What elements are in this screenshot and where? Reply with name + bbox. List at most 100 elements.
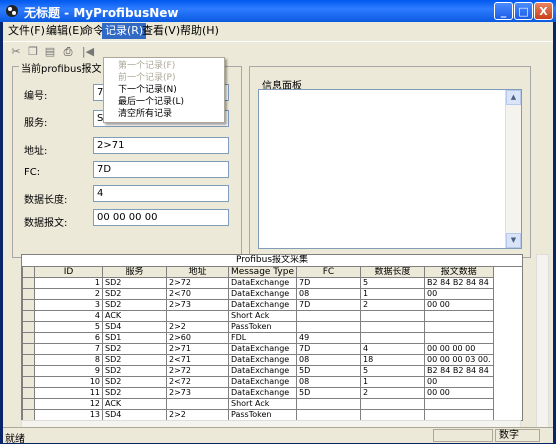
table-cell[interactable]: DataExchange <box>228 288 297 300</box>
row-header[interactable] <box>22 321 35 333</box>
table-cell[interactable]: 2>71 <box>166 343 229 355</box>
first-record-icon[interactable]: |◀ <box>81 45 95 59</box>
table-cell[interactable]: 1 <box>34 277 103 289</box>
table-row[interactable]: 5 SD4 2>2 PassToken <box>22 321 494 333</box>
menu-item-next-record[interactable]: 下一个记录(N) <box>104 84 224 96</box>
table-cell[interactable]: 2 <box>359 299 425 311</box>
minimize-button[interactable]: _ <box>494 2 513 20</box>
menu-item-clear-records[interactable]: 清空所有记录 <box>104 108 224 120</box>
table-row[interactable]: 10 SD2 2<72 DataExchange 08 1 00 <box>22 376 494 388</box>
close-button[interactable]: X <box>534 2 553 20</box>
table-cell[interactable]: 5D <box>295 387 361 399</box>
table-cell[interactable]: 1 <box>359 376 425 388</box>
info-panel-textarea[interactable]: ▲ ▼ <box>258 89 522 249</box>
table-cell[interactable]: 18 <box>359 354 425 366</box>
table-cell[interactable]: 9 <box>34 365 103 377</box>
table-cell[interactable]: 12 <box>34 398 103 410</box>
table-row[interactable]: 9 SD2 2>72 DataExchange 5D 5 B2 84 B2 84 84 <box>22 365 494 377</box>
col-header[interactable]: 地址 <box>166 266 229 278</box>
menu-item-first-record[interactable]: 第一个记录(F) <box>104 60 224 72</box>
row-header[interactable] <box>22 310 35 322</box>
menu-item-last-record[interactable]: 最后一个记录(L) <box>104 96 224 108</box>
table-row[interactable]: 8 SD2 2<71 DataExchange 08 18 00 00 00 03 00. <box>22 354 494 366</box>
table-cell[interactable]: 2 <box>34 288 103 300</box>
table-cell[interactable]: 2<71 <box>166 354 229 366</box>
table-cell[interactable] <box>423 398 494 410</box>
table-cell[interactable]: FDL <box>228 332 297 344</box>
table-cell[interactable]: 2 <box>359 387 425 399</box>
table-cell[interactable]: 8 <box>34 354 103 366</box>
table-row[interactable]: 13 SD4 2>2 PassToken <box>22 409 494 420</box>
window-vertical-scrollbar[interactable] <box>536 254 549 434</box>
col-header[interactable]: ID <box>34 266 103 278</box>
table-cell[interactable]: 6 <box>34 332 103 344</box>
paste-icon[interactable]: ▤ <box>43 45 57 59</box>
row-header[interactable] <box>22 409 35 420</box>
table-cell[interactable]: 2<72 <box>166 376 229 388</box>
col-header[interactable]: 数据长度 <box>359 266 425 278</box>
table-cell[interactable]: DataExchange <box>228 387 297 399</box>
table-cell[interactable]: 49 <box>295 332 361 344</box>
table-cell[interactable]: 4 <box>34 310 103 322</box>
table-cell[interactable]: 7D <box>295 277 361 289</box>
row-header[interactable] <box>22 343 35 355</box>
table-cell[interactable]: ACK <box>102 398 167 410</box>
table-cell[interactable] <box>295 409 361 420</box>
table-cell[interactable] <box>359 409 425 420</box>
table-cell[interactable]: PassToken <box>228 321 297 333</box>
table-cell[interactable]: Short Ack <box>228 398 297 410</box>
table-cell[interactable]: 2>72 <box>166 365 229 377</box>
table-cell[interactable]: 2>60 <box>166 332 229 344</box>
table-cell[interactable]: 2>73 <box>166 299 229 311</box>
table-cell[interactable]: SD1 <box>102 332 167 344</box>
row-header[interactable] <box>22 376 35 388</box>
table-cell[interactable]: SD4 <box>102 321 167 333</box>
data-frame-field[interactable]: 00 00 00 00 <box>93 209 229 226</box>
table-cell[interactable] <box>166 310 229 322</box>
table-cell[interactable]: 00 00 00 00 <box>423 343 494 355</box>
table-cell[interactable]: SD2 <box>102 288 167 300</box>
table-cell[interactable]: DataExchange <box>228 343 297 355</box>
table-cell[interactable]: 08 <box>295 376 361 388</box>
col-header[interactable]: FC <box>295 266 361 278</box>
table-cell[interactable] <box>359 332 425 344</box>
table-cell[interactable]: 5 <box>34 321 103 333</box>
table-row[interactable]: 3 SD2 2>73 DataExchange 7D 2 00 00 <box>22 299 494 311</box>
table-cell[interactable]: 08 <box>295 354 361 366</box>
table-cell[interactable]: DataExchange <box>228 299 297 311</box>
table-cell[interactable]: 5D <box>295 365 361 377</box>
menu-item-prev-record[interactable]: 前一个记录(P) <box>104 72 224 84</box>
table-cell[interactable]: 5 <box>359 365 425 377</box>
col-header[interactable]: 报文数据 <box>423 266 494 278</box>
row-header[interactable] <box>22 398 35 410</box>
table-cell[interactable]: SD2 <box>102 277 167 289</box>
table-row[interactable]: 11 SD2 2>73 DataExchange 5D 2 00 00 <box>22 387 494 399</box>
table-cell[interactable]: 3 <box>34 299 103 311</box>
table-cell[interactable]: SD2 <box>102 387 167 399</box>
table-cell[interactable]: DataExchange <box>228 277 297 289</box>
table-cell[interactable]: 1 <box>359 288 425 300</box>
row-header[interactable] <box>22 354 35 366</box>
print-icon[interactable]: ⎙ <box>61 45 75 59</box>
row-header[interactable] <box>22 365 35 377</box>
table-cell[interactable]: 5 <box>359 277 425 289</box>
table-cell[interactable] <box>359 398 425 410</box>
table-cell[interactable]: B2 84 B2 84 84 <box>423 365 494 377</box>
table-cell[interactable]: PassToken <box>228 409 297 420</box>
row-header[interactable] <box>22 387 35 399</box>
table-cell[interactable]: DataExchange <box>228 354 297 366</box>
table-cell[interactable]: Short Ack <box>228 310 297 322</box>
table-cell[interactable]: 00 00 00 03 00. <box>423 354 494 366</box>
cut-icon[interactable]: ✂ <box>9 45 23 59</box>
row-header[interactable] <box>22 288 35 300</box>
info-panel-scrollbar[interactable]: ▲ ▼ <box>505 90 521 248</box>
table-row[interactable]: 6 SD1 2>60 FDL 49 <box>22 332 494 344</box>
table-cell[interactable]: 7 <box>34 343 103 355</box>
scroll-down-icon[interactable]: ▼ <box>506 233 521 248</box>
col-header[interactable]: 服务 <box>102 266 167 278</box>
table-cell[interactable]: DataExchange <box>228 376 297 388</box>
table-cell[interactable] <box>359 321 425 333</box>
table-cell[interactable]: SD2 <box>102 354 167 366</box>
table-cell[interactable]: 2>73 <box>166 387 229 399</box>
table-cell[interactable]: 7D <box>295 343 361 355</box>
